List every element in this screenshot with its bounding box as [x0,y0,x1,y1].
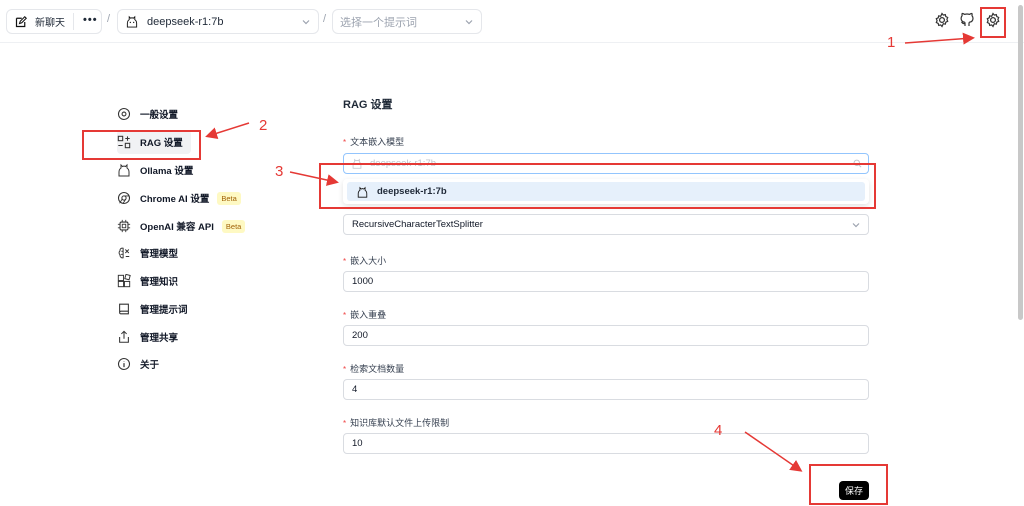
sidebar-item-manage-knowledge[interactable]: 管理知识 [117,269,178,293]
prompt-select-placeholder: 选择一个提示词 [340,16,417,29]
share-icon [119,330,129,343]
beta-badge: Beta [221,219,246,233]
annotation-box-2 [82,130,201,160]
upload-limit-value: 10 [352,438,363,449]
field-label: 嵌入大小 [350,256,387,266]
sidebar-item-label: 管理知识 [140,277,179,288]
doc-count-label: * 检索文档数量 [343,364,405,374]
page-title: RAG 设置 [343,99,393,111]
sidebar-item-label: 管理共享 [140,333,179,344]
annotation-box-3 [319,163,876,209]
chrome-icon [117,191,131,205]
sidebar-item-label: 管理模型 [140,249,179,260]
chunk-size-input[interactable]: 1000 [343,271,869,292]
sidebar-item-label: 一般设置 [140,110,179,121]
field-label: 检索文档数量 [350,364,405,374]
blocks-icon [117,274,131,288]
field-label: 文本嵌入模型 [350,137,405,147]
annotation-number: 4 [714,422,723,439]
chunk-overlap-input[interactable]: 200 [343,325,869,346]
sidebar-item-label: Ollama 设置 [140,166,194,177]
divider [73,13,74,30]
more-options-button[interactable]: ••• [83,14,98,26]
chevron-down-icon [465,20,473,25]
gear-icon [117,107,131,121]
chip-icon [117,219,131,233]
brain-icon [118,247,130,259]
annotation-number: 3 [275,163,284,180]
sidebar-item-label: 关于 [140,360,160,371]
splitter-select[interactable]: RecursiveCharacterTextSplitter [343,214,869,235]
settings-icon[interactable] [934,12,950,28]
embedding-model-label: * 文本嵌入模型 [343,137,405,147]
new-chat-label: 新聊天 [35,18,65,29]
chunk-size-label: * 嵌入大小 [343,256,387,266]
sidebar-item-about[interactable]: 关于 [117,352,159,376]
model-select-value: deepseek-r1:7b [147,15,224,28]
upload-limit-label: * 知识库默认文件上传限制 [343,418,450,428]
annotation-box-1 [980,7,1006,38]
chunk-size-value: 1000 [352,276,374,287]
chevron-down-icon [302,20,310,25]
model-select[interactable]: deepseek-r1:7b [117,9,319,34]
sidebar-item-general-settings[interactable]: 一般设置 [117,102,178,126]
ollama-icon [126,15,138,28]
field-label: 知识库默认文件上传限制 [350,418,450,428]
sidebar-item-openai-api[interactable]: OpenAI 兼容 API Beta [117,214,246,238]
splitter-value: RecursiveCharacterTextSplitter [352,219,483,230]
info-icon [117,357,131,371]
edit-icon [15,15,27,27]
chunk-overlap-value: 200 [352,330,368,341]
sidebar-item-manage-prompts[interactable]: 管理提示词 [117,297,188,321]
upload-limit-input[interactable]: 10 [343,433,869,454]
chevron-down-icon [852,223,860,228]
prompt-select[interactable]: 选择一个提示词 [332,9,482,34]
field-label: 嵌入重叠 [350,310,387,320]
sidebar-item-chrome-ai-settings[interactable]: Chrome AI 设置 Beta [117,186,241,210]
sidebar-item-ollama-settings[interactable]: Ollama 设置 [117,158,193,182]
breadcrumb-separator: / [323,13,327,25]
sidebar-item-label: 管理提示词 [140,305,188,316]
github-icon[interactable] [959,12,975,28]
sidebar-item-label: OpenAI 兼容 API [140,222,214,233]
sidebar-item-label: Chrome AI 设置 [140,194,210,205]
sidebar-item-manage-sharing[interactable]: 管理共享 [117,325,178,349]
breadcrumb-separator: / [107,13,111,25]
chunk-overlap-label: * 嵌入重叠 [343,310,387,320]
doc-count-value: 4 [352,384,358,395]
annotation-number: 1 [887,34,896,51]
sidebar-item-manage-models[interactable]: 管理模型 [117,241,178,265]
annotation-number: 2 [259,117,268,134]
scrollbar[interactable] [1018,5,1023,320]
doc-count-input[interactable]: 4 [343,379,869,400]
beta-badge: Beta [217,191,241,205]
new-chat-button[interactable]: 新聊天 ••• [6,9,102,34]
top-bar: 新聊天 ••• / deepseek-r1:7b / 选择一个提示词 [0,0,1024,43]
book-icon [119,303,129,315]
annotation-box-4 [809,464,888,505]
ollama-icon [118,163,130,177]
